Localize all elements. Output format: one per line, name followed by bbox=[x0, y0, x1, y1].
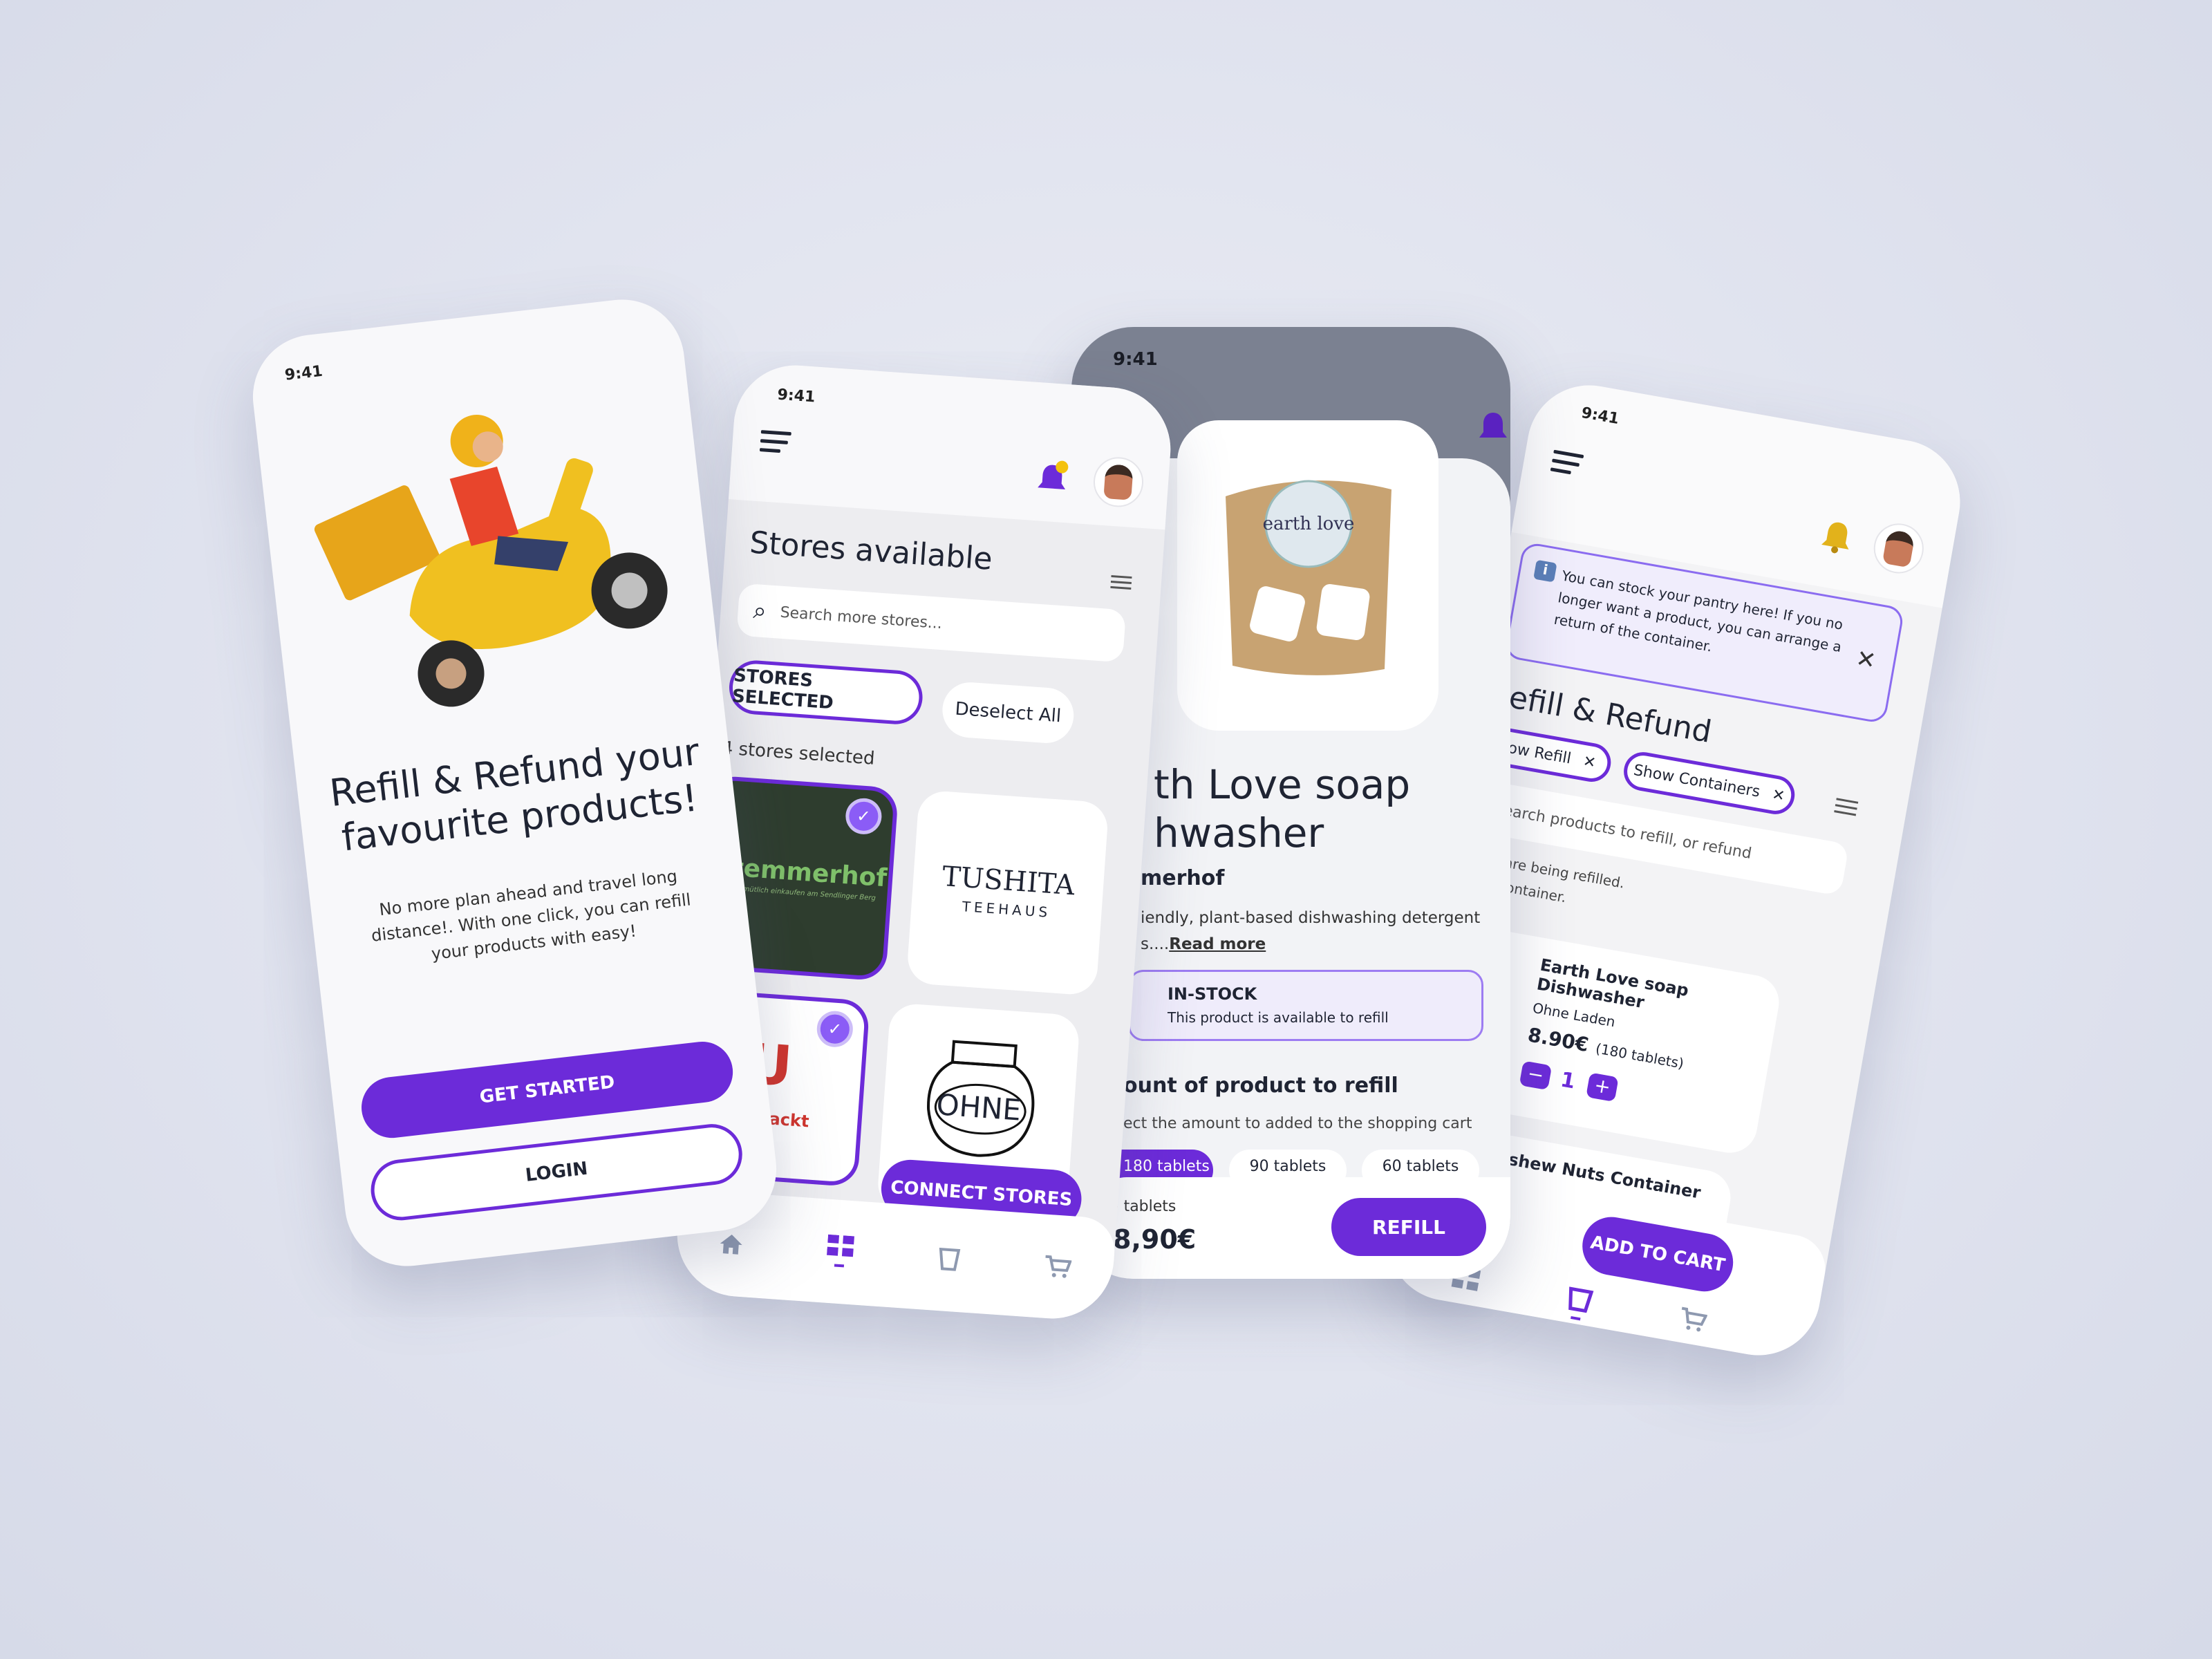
stock-title: IN-STOCK bbox=[1168, 984, 1257, 1004]
decrement-button[interactable]: − bbox=[1519, 1060, 1553, 1091]
price: 8,90€ bbox=[1113, 1224, 1197, 1255]
product-title: hwasher bbox=[1154, 809, 1324, 856]
deselect-all-button[interactable]: Deselect All bbox=[940, 680, 1076, 745]
hero-body: No more plan ahead and travel long dista… bbox=[370, 866, 692, 964]
footer: ) tablets 8,90€ REFILL bbox=[1092, 1177, 1510, 1279]
close-icon[interactable]: ✕ bbox=[1854, 644, 1878, 675]
search-input[interactable]: ⌕ Search more stores... bbox=[736, 583, 1127, 663]
increment-button[interactable]: + bbox=[1586, 1072, 1619, 1103]
refill-button[interactable]: REFILL bbox=[1331, 1198, 1486, 1256]
get-started-button[interactable]: GET STARTED bbox=[358, 1038, 736, 1141]
product-photo: earth love bbox=[1226, 480, 1391, 675]
product-description: s.... bbox=[1141, 935, 1170, 953]
page-title: Stores available bbox=[748, 525, 994, 577]
check-icon[interactable]: ✓ bbox=[816, 1009, 854, 1049]
bell-icon[interactable] bbox=[1817, 517, 1857, 557]
quantity-value[interactable]: 1 bbox=[1559, 1067, 1577, 1094]
item-price: 8.90€ bbox=[1526, 1023, 1591, 1057]
status-time: 9:41 bbox=[1113, 349, 1158, 370]
store-name: merhof bbox=[1141, 866, 1225, 890]
cart-icon[interactable] bbox=[1043, 1255, 1073, 1280]
chip-label: Show Containers bbox=[1632, 761, 1762, 801]
list-icon[interactable] bbox=[1834, 796, 1862, 818]
login-button[interactable]: LOGIN bbox=[367, 1121, 746, 1224]
grid-icon[interactable] bbox=[826, 1234, 856, 1270]
cart-icon[interactable] bbox=[1677, 1306, 1708, 1333]
read-more-link[interactable]: Read more bbox=[1169, 935, 1266, 953]
chip-show-containers[interactable]: Show Containers ✕ bbox=[1620, 749, 1798, 818]
delivery-scooter-illustration bbox=[314, 415, 668, 707]
close-icon[interactable]: ✕ bbox=[1582, 753, 1597, 772]
bell-icon[interactable] bbox=[1476, 410, 1510, 451]
bell-icon[interactable] bbox=[1034, 458, 1071, 495]
status-time: 9:41 bbox=[283, 362, 324, 384]
list-icon[interactable] bbox=[1110, 574, 1133, 591]
info-icon: i bbox=[1533, 559, 1557, 583]
glass-icon[interactable] bbox=[1564, 1286, 1594, 1324]
status-time: 9:41 bbox=[776, 386, 816, 406]
search-placeholder: Search products to refill, or refund bbox=[1492, 800, 1753, 863]
close-icon[interactable]: ✕ bbox=[1771, 786, 1786, 805]
summary-quantity: ) tablets bbox=[1113, 1198, 1177, 1215]
store-logo-text: OHNE bbox=[935, 1087, 1022, 1127]
product-description: iendly, plant-based dishwashing detergen… bbox=[1141, 909, 1481, 927]
search-icon: ⌕ bbox=[752, 597, 768, 626]
svg-text:earth love: earth love bbox=[1263, 514, 1355, 534]
onboarding-screen: 9:41 Refill & Refund your favourite prod… bbox=[246, 292, 783, 1273]
stock-status: IN-STOCK This product is available to re… bbox=[1128, 970, 1483, 1041]
stores-selected-button[interactable]: STORES SELECTED bbox=[727, 658, 925, 727]
menu-icon[interactable] bbox=[759, 429, 794, 456]
check-icon[interactable]: ✓ bbox=[844, 797, 883, 836]
search-placeholder: Search more stores... bbox=[779, 603, 943, 632]
product-title: th Love soap bbox=[1154, 761, 1411, 808]
selected-count: 4 stores selected bbox=[720, 738, 876, 769]
product-image: earth love bbox=[1177, 420, 1438, 731]
glass-icon[interactable] bbox=[937, 1247, 961, 1272]
add-to-cart-button[interactable]: ADD TO CART bbox=[1577, 1212, 1738, 1296]
home-icon[interactable] bbox=[718, 1232, 744, 1256]
amount-subtitle: ect the amount to added to the shopping … bbox=[1123, 1115, 1472, 1132]
store-card-tushita[interactable]: TUSHITA TEEHAUS bbox=[906, 789, 1109, 996]
item-size: (180 tablets) bbox=[1594, 1040, 1685, 1072]
stock-text: This product is available to refill bbox=[1168, 1009, 1389, 1026]
amount-title: ount of product to refill bbox=[1123, 1074, 1398, 1098]
